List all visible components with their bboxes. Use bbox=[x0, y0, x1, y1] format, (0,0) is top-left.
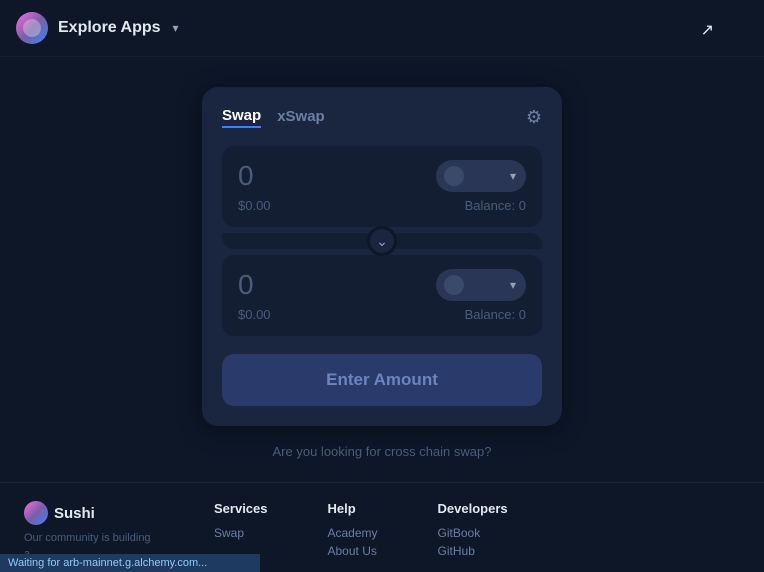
swap-direction-container: ⌄ bbox=[222, 233, 542, 249]
to-input-top: 0 ▾ bbox=[238, 269, 526, 301]
footer-link-academy[interactable]: Academy bbox=[328, 526, 378, 540]
header-title: Explore Apps bbox=[58, 19, 161, 37]
app-logo bbox=[16, 12, 48, 44]
tabs-row: Swap xSwap ⚙ bbox=[222, 107, 542, 128]
from-token-input: 0 ▾ $0.00 Balance: 0 bbox=[222, 146, 542, 227]
to-usd-value: $0.00 bbox=[238, 307, 271, 322]
to-token-input: 0 ▾ $0.00 Balance: 0 bbox=[222, 255, 542, 336]
footer-help-col: Help Academy About Us bbox=[328, 501, 378, 562]
header-chevron-icon[interactable]: ▾ bbox=[173, 21, 179, 35]
footer-link-swap[interactable]: Swap bbox=[214, 526, 268, 540]
from-token-chevron-icon: ▾ bbox=[510, 169, 516, 183]
footer-logo: Sushi bbox=[24, 501, 154, 525]
from-input-top: 0 ▾ bbox=[238, 160, 526, 192]
footer-services-title: Services bbox=[214, 501, 268, 516]
cross-chain-text: Are you looking for cross chain swap? bbox=[273, 444, 492, 459]
footer-link-github[interactable]: GitHub bbox=[438, 544, 508, 558]
from-token-selector[interactable]: ▾ bbox=[436, 160, 526, 192]
footer-services-col: Services Swap bbox=[214, 501, 268, 562]
tab-xswap[interactable]: xSwap bbox=[277, 108, 325, 127]
to-input-bottom: $0.00 Balance: 0 bbox=[238, 307, 526, 322]
tab-swap[interactable]: Swap bbox=[222, 107, 261, 128]
swap-card: Swap xSwap ⚙ 0 ▾ $0.00 Balance: 0 ⌄ bbox=[202, 87, 562, 426]
footer-developers-title: Developers bbox=[438, 501, 508, 516]
to-token-selector[interactable]: ▾ bbox=[436, 269, 526, 301]
to-balance: Balance: 0 bbox=[465, 307, 526, 322]
from-input-bottom: $0.00 Balance: 0 bbox=[238, 198, 526, 213]
footer-link-about[interactable]: About Us bbox=[328, 544, 378, 558]
from-token-icon bbox=[444, 166, 464, 186]
main-content: Swap xSwap ⚙ 0 ▾ $0.00 Balance: 0 ⌄ bbox=[0, 57, 764, 459]
swap-direction-button[interactable]: ⌄ bbox=[367, 226, 397, 256]
app-header: Explore Apps ▾ bbox=[0, 0, 764, 57]
settings-icon[interactable]: ⚙ bbox=[526, 107, 542, 128]
from-amount[interactable]: 0 bbox=[238, 160, 254, 192]
status-bar: Waiting for arb-mainnet.g.alchemy.com... bbox=[0, 554, 260, 572]
footer-link-gitbook[interactable]: GitBook bbox=[438, 526, 508, 540]
footer-developers-col: Developers GitBook GitHub bbox=[438, 501, 508, 562]
footer-help-title: Help bbox=[328, 501, 378, 516]
footer-logo-icon bbox=[24, 501, 48, 525]
to-amount[interactable]: 0 bbox=[238, 269, 254, 301]
from-usd-value: $0.00 bbox=[238, 198, 271, 213]
from-balance: Balance: 0 bbox=[465, 198, 526, 213]
footer-brand-name: Sushi bbox=[54, 505, 95, 522]
enter-amount-button[interactable]: Enter Amount bbox=[222, 354, 542, 406]
footer-brand: Sushi Our community is building a bbox=[24, 501, 154, 562]
to-token-chevron-icon: ▾ bbox=[510, 278, 516, 292]
to-token-icon bbox=[444, 275, 464, 295]
logo-inner bbox=[23, 19, 41, 37]
